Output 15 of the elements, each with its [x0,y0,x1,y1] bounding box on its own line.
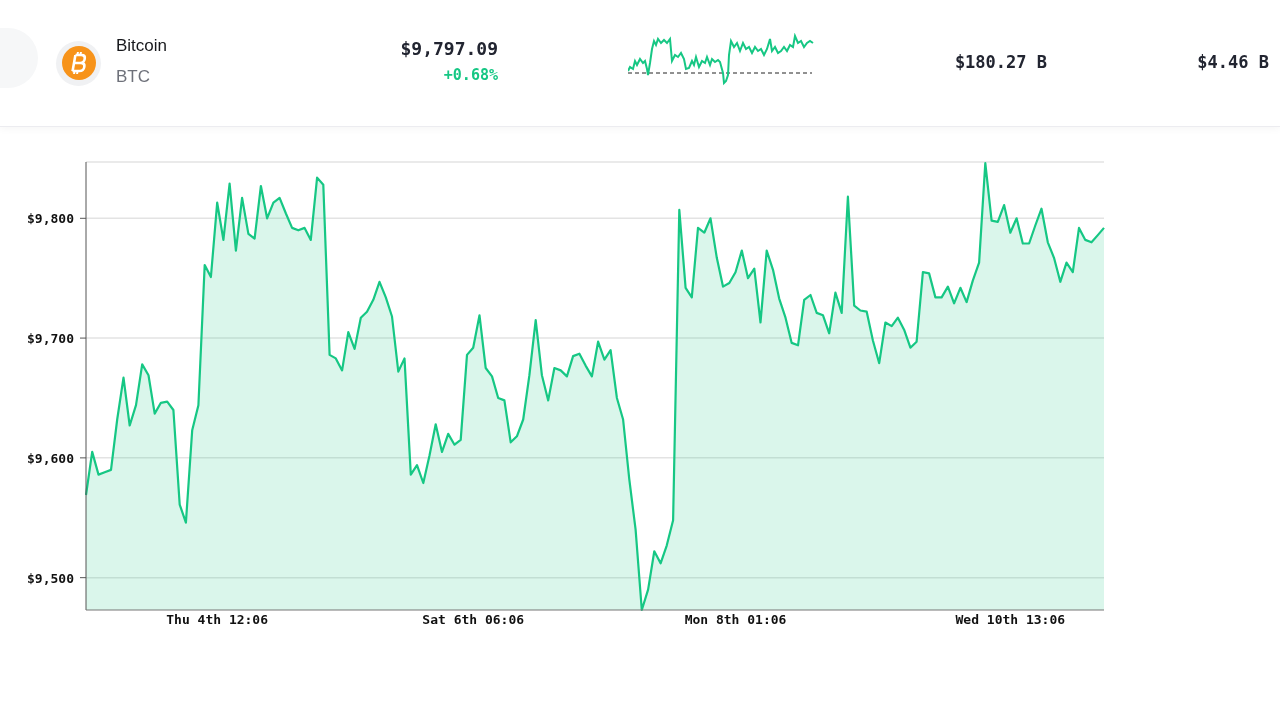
bitcoin-icon [56,40,101,86]
y-axis-label: $9,600 [27,450,74,466]
x-axis-label: Wed 10th 13:06 [955,612,1066,627]
change-text: +0.68% [443,65,498,87]
market-cap-text: $180.27 B [953,51,1047,75]
volume-text: $4.46 B [1196,51,1269,75]
y-axis-label: $9,700 [27,331,74,347]
coin-name: Bitcoin [116,34,169,57]
coin-symbol: BTC [116,66,151,88]
y-axis-label: $9,500 [27,570,74,586]
x-axis-label: Mon 8th 01:06 [684,612,787,627]
x-axis-label: Sat 6th 06:06 [422,612,525,627]
price-text: $9,797.09 [400,37,498,62]
x-axis-label: Thu 4th 12:06 [166,612,269,627]
y-axis-label: $9,800 [27,211,74,227]
